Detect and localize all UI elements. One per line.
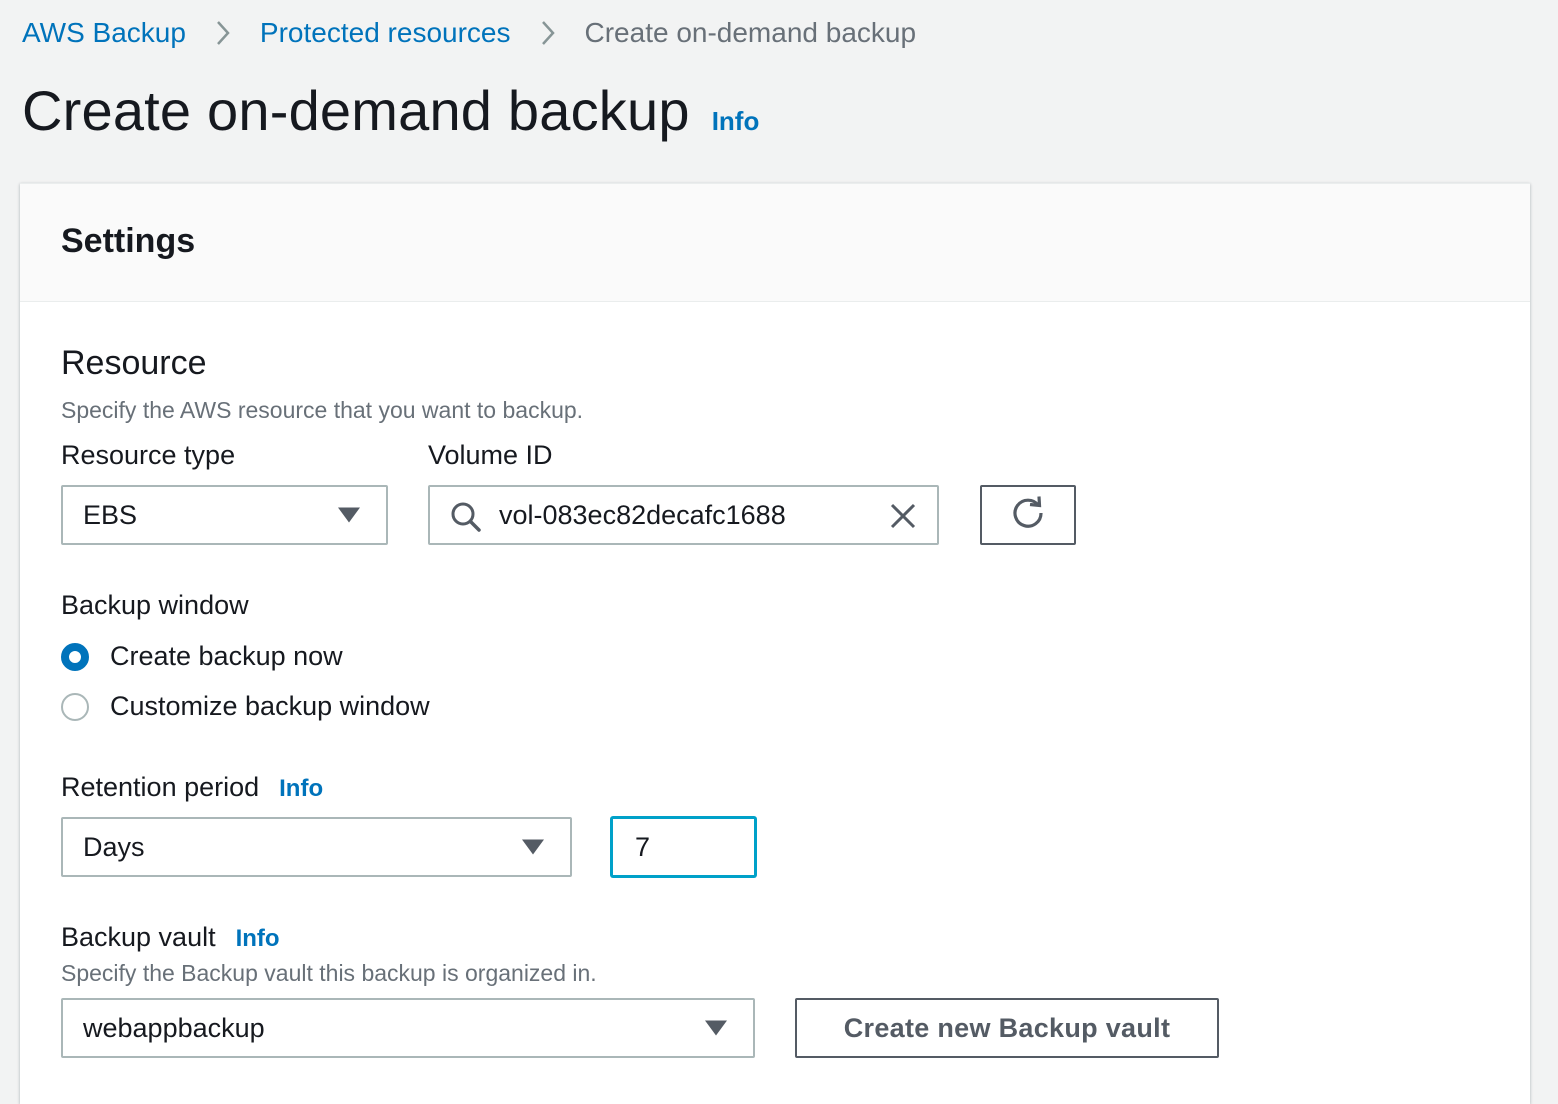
breadcrumb-link-protected-resources[interactable]: Protected resources [260, 17, 511, 49]
caret-down-icon [522, 839, 544, 855]
chevron-right-icon [511, 19, 585, 47]
chevron-right-icon [186, 19, 260, 47]
backup-window-label: Backup window [61, 590, 249, 620]
vault-info-link[interactable]: Info [236, 925, 280, 953]
caret-down-icon [338, 507, 360, 523]
radio-button-unchecked[interactable] [61, 692, 89, 721]
breadcrumb: AWS Backup Protected resources Create on… [22, 14, 916, 52]
resource-heading: Resource [61, 344, 207, 382]
volume-id-search[interactable]: vol-083ec82decafc1688 [428, 485, 939, 545]
refresh-icon [1010, 495, 1046, 536]
radio-label-create-now: Create backup now [110, 641, 343, 671]
resource-type-value: EBS [83, 499, 138, 530]
volume-id-label: Volume ID [428, 440, 553, 470]
resource-type-select[interactable]: EBS [61, 485, 388, 545]
refresh-button[interactable] [980, 485, 1076, 545]
resource-type-label: Resource type [61, 440, 236, 470]
settings-panel: Settings Resource Specify the AWS resour… [20, 183, 1530, 1104]
settings-panel-header: Settings [20, 184, 1530, 302]
retention-amount-input[interactable]: 7 [611, 817, 756, 877]
search-icon [450, 501, 482, 538]
create-backup-vault-button[interactable]: Create new Backup vault [795, 998, 1219, 1058]
backup-vault-value: webappbackup [83, 1012, 265, 1043]
breadcrumb-current: Create on-demand backup [584, 17, 917, 48]
retention-period-label: Retention period [61, 772, 260, 802]
page-header: Create on-demand backup Info [22, 78, 759, 143]
backup-vault-select[interactable]: webappbackup [61, 998, 755, 1058]
caret-down-icon [705, 1020, 727, 1036]
resource-description: Specify the AWS resource that you want t… [61, 397, 584, 423]
retention-info-link[interactable]: Info [279, 775, 323, 803]
vault-label-row: Backup vault Info [61, 922, 280, 953]
retention-unit-select[interactable]: Days [61, 817, 572, 877]
page-info-link[interactable]: Info [712, 106, 760, 137]
settings-title: Settings [61, 222, 196, 260]
radio-create-backup-now[interactable]: Create backup now [61, 641, 343, 672]
radio-button-checked[interactable] [61, 642, 89, 671]
page-title: Create on-demand backup [22, 79, 690, 142]
retention-unit-value: Days [83, 831, 145, 862]
backup-vault-label: Backup vault [61, 922, 216, 952]
volume-id-value: vol-083ec82decafc1688 [499, 500, 786, 530]
clear-icon[interactable] [889, 502, 917, 535]
breadcrumb-link-aws-backup[interactable]: AWS Backup [22, 17, 186, 49]
vault-description: Specify the Backup vault this backup is … [61, 960, 597, 986]
retention-label-row: Retention period Info [61, 772, 323, 803]
retention-amount-value: 7 [635, 831, 651, 862]
radio-label-customize: Customize backup window [110, 691, 430, 721]
radio-customize-backup-window[interactable]: Customize backup window [61, 691, 430, 722]
